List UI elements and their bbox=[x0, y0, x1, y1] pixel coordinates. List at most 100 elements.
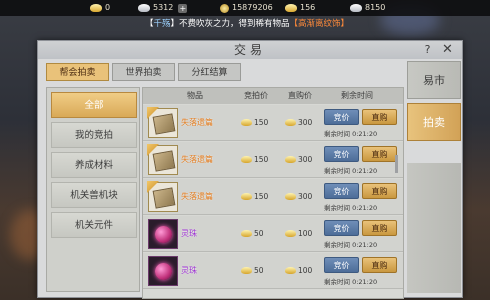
header-buy-price: 直购价 bbox=[288, 91, 312, 100]
silver-amount: 8150 bbox=[365, 3, 386, 12]
currency-bound-ingot: 156 bbox=[285, 0, 315, 16]
coin-icon bbox=[220, 3, 229, 13]
bound-ingot-amount: 156 bbox=[300, 3, 316, 12]
category-menu: 全部 我的竞拍 养成材料 机关兽机块 机关元件 bbox=[46, 87, 140, 292]
help-button[interactable]: ? bbox=[420, 42, 435, 57]
ingot-icon bbox=[241, 119, 252, 126]
bid-button[interactable]: 竞价 bbox=[324, 183, 359, 199]
corner-tag-icon bbox=[147, 107, 159, 119]
add-silver-ingot-button[interactable]: + bbox=[178, 3, 188, 13]
bid-button[interactable]: 竞价 bbox=[324, 146, 359, 162]
buy-button[interactable]: 直购 bbox=[362, 220, 397, 236]
list-item: 失落遗篇 150 300 竞价 直购 剩余时间 0:21:20 bbox=[143, 142, 403, 178]
tab-guild-auction[interactable]: 帮会拍卖 bbox=[46, 63, 109, 81]
broadcast-text: 】不费吹灰之力，得到稀有物品 bbox=[170, 19, 290, 29]
book-icon[interactable] bbox=[147, 181, 178, 212]
broadcast-player-name[interactable]: 千殇 bbox=[154, 19, 171, 29]
ingot-icon bbox=[285, 193, 296, 200]
category-materials[interactable]: 养成材料 bbox=[51, 152, 137, 178]
buy-price: 300 bbox=[298, 192, 313, 201]
list-item: 灵珠 50 100 竞价 直购 剩余时间 0:21:20 bbox=[143, 253, 403, 289]
bid-price: 150 bbox=[254, 155, 269, 164]
category-components[interactable]: 机关元件 bbox=[51, 212, 137, 238]
side-tab-filler bbox=[407, 163, 461, 293]
bound-ingot-icon bbox=[285, 4, 297, 12]
ingot-icon bbox=[285, 267, 296, 274]
list-item: 失落遗篇 150 300 竞价 直购 剩余时间 0:21:20 bbox=[143, 105, 403, 141]
tab-dividend-settlement[interactable]: 分红结算 bbox=[178, 63, 241, 81]
ingot-icon bbox=[285, 156, 296, 163]
window-title-bar: 交易 ? ✕ bbox=[38, 41, 462, 59]
remaining-time: 剩余时间 0:21:20 bbox=[324, 278, 378, 286]
bid-price: 150 bbox=[254, 192, 269, 201]
bid-price: 50 bbox=[254, 266, 264, 275]
item-name: 灵珠 bbox=[181, 266, 197, 275]
broadcast-prefix: 【 bbox=[145, 19, 154, 29]
item-name: 失落遗篇 bbox=[181, 192, 213, 201]
currency-silver: 8150 bbox=[350, 0, 385, 16]
currency-bar: 0 5312 + 15879206 156 8150 bbox=[0, 0, 490, 16]
orb-icon[interactable] bbox=[148, 256, 178, 286]
corner-tag-icon bbox=[147, 181, 159, 193]
buy-price: 300 bbox=[298, 155, 313, 164]
gold-ingot-amount: 0 bbox=[105, 3, 111, 12]
buy-price: 300 bbox=[298, 118, 313, 127]
list-scrollbar[interactable] bbox=[395, 155, 398, 173]
list-item: 失落遗篇 150 300 竞价 直购 剩余时间 0:21:20 bbox=[143, 179, 403, 215]
orb-icon[interactable] bbox=[148, 219, 178, 249]
header-remaining-time: 剩余时间 bbox=[341, 91, 373, 100]
bid-price: 150 bbox=[254, 118, 269, 127]
book-icon[interactable] bbox=[147, 144, 178, 175]
remaining-time: 剩余时间 0:21:20 bbox=[324, 241, 378, 249]
remaining-time: 剩余时间 0:21:20 bbox=[324, 130, 378, 138]
currency-silver-ingot: 5312 + bbox=[138, 0, 188, 16]
bid-button[interactable]: 竞价 bbox=[324, 109, 359, 125]
ingot-icon bbox=[285, 119, 296, 126]
window-title: 交易 bbox=[233, 43, 266, 57]
auction-list: 物品 竞拍价 直购价 剩余时间 失落遗篇 150 300 竞价 直购 剩余时间 … bbox=[142, 87, 404, 299]
header-item: 物品 bbox=[187, 91, 203, 100]
header-bid-price: 竞拍价 bbox=[244, 91, 268, 100]
bid-price: 50 bbox=[254, 229, 264, 238]
remaining-time: 剩余时间 0:21:20 bbox=[324, 167, 378, 175]
buy-price: 100 bbox=[298, 266, 313, 275]
buy-button[interactable]: 直购 bbox=[362, 109, 397, 125]
side-tab-auction[interactable]: 拍卖 bbox=[407, 103, 461, 141]
currency-gold-ingot: 0 bbox=[90, 0, 110, 16]
bid-button[interactable]: 竞价 bbox=[324, 220, 359, 236]
list-header: 物品 竞拍价 直购价 剩余时间 bbox=[143, 88, 403, 104]
close-button[interactable]: ✕ bbox=[440, 42, 455, 57]
currency-coins: 15879206 bbox=[220, 0, 273, 16]
buy-price: 100 bbox=[298, 229, 313, 238]
buy-button[interactable]: 直购 bbox=[362, 146, 397, 162]
tab-world-auction[interactable]: 世界拍卖 bbox=[112, 63, 175, 81]
silver-ingot-amount: 5312 bbox=[153, 3, 174, 12]
broadcast-item-link[interactable]: 【高渐离纹饰】 bbox=[290, 19, 350, 29]
ingot-icon bbox=[241, 156, 252, 163]
remaining-time: 剩余时间 0:21:20 bbox=[324, 204, 378, 212]
category-my-bids[interactable]: 我的竞拍 bbox=[51, 122, 137, 148]
buy-button[interactable]: 直购 bbox=[362, 257, 397, 273]
auction-tabs: 帮会拍卖 世界拍卖 分红结算 bbox=[46, 63, 241, 81]
gold-ingot-icon bbox=[90, 4, 102, 12]
ingot-icon bbox=[241, 193, 252, 200]
list-item: 灵珠 50 100 竞价 直购 剩余时间 0:21:20 bbox=[143, 216, 403, 252]
trade-window: 交易 ? ✕ 帮会拍卖 世界拍卖 分红结算 全部 我的竞拍 养成材料 机关兽机块… bbox=[37, 40, 463, 299]
system-broadcast: 【千殇】不费吹灰之力，得到稀有物品【高渐离纹饰】 bbox=[145, 17, 349, 31]
ingot-icon bbox=[241, 230, 252, 237]
side-tab-market[interactable]: 易市 bbox=[407, 61, 461, 99]
category-all[interactable]: 全部 bbox=[51, 92, 137, 118]
buy-button[interactable]: 直购 bbox=[362, 183, 397, 199]
coins-amount: 15879206 bbox=[232, 3, 273, 12]
silver-icon bbox=[350, 4, 362, 12]
ingot-icon bbox=[241, 267, 252, 274]
category-beast-parts[interactable]: 机关兽机块 bbox=[51, 182, 137, 208]
item-name: 灵珠 bbox=[181, 229, 197, 238]
bid-button[interactable]: 竞价 bbox=[324, 257, 359, 273]
corner-tag-icon bbox=[147, 144, 159, 156]
ingot-icon bbox=[285, 230, 296, 237]
book-icon[interactable] bbox=[147, 107, 178, 138]
item-name: 失落遗篇 bbox=[181, 155, 213, 164]
item-name: 失落遗篇 bbox=[181, 118, 213, 127]
silver-ingot-icon bbox=[138, 4, 150, 12]
